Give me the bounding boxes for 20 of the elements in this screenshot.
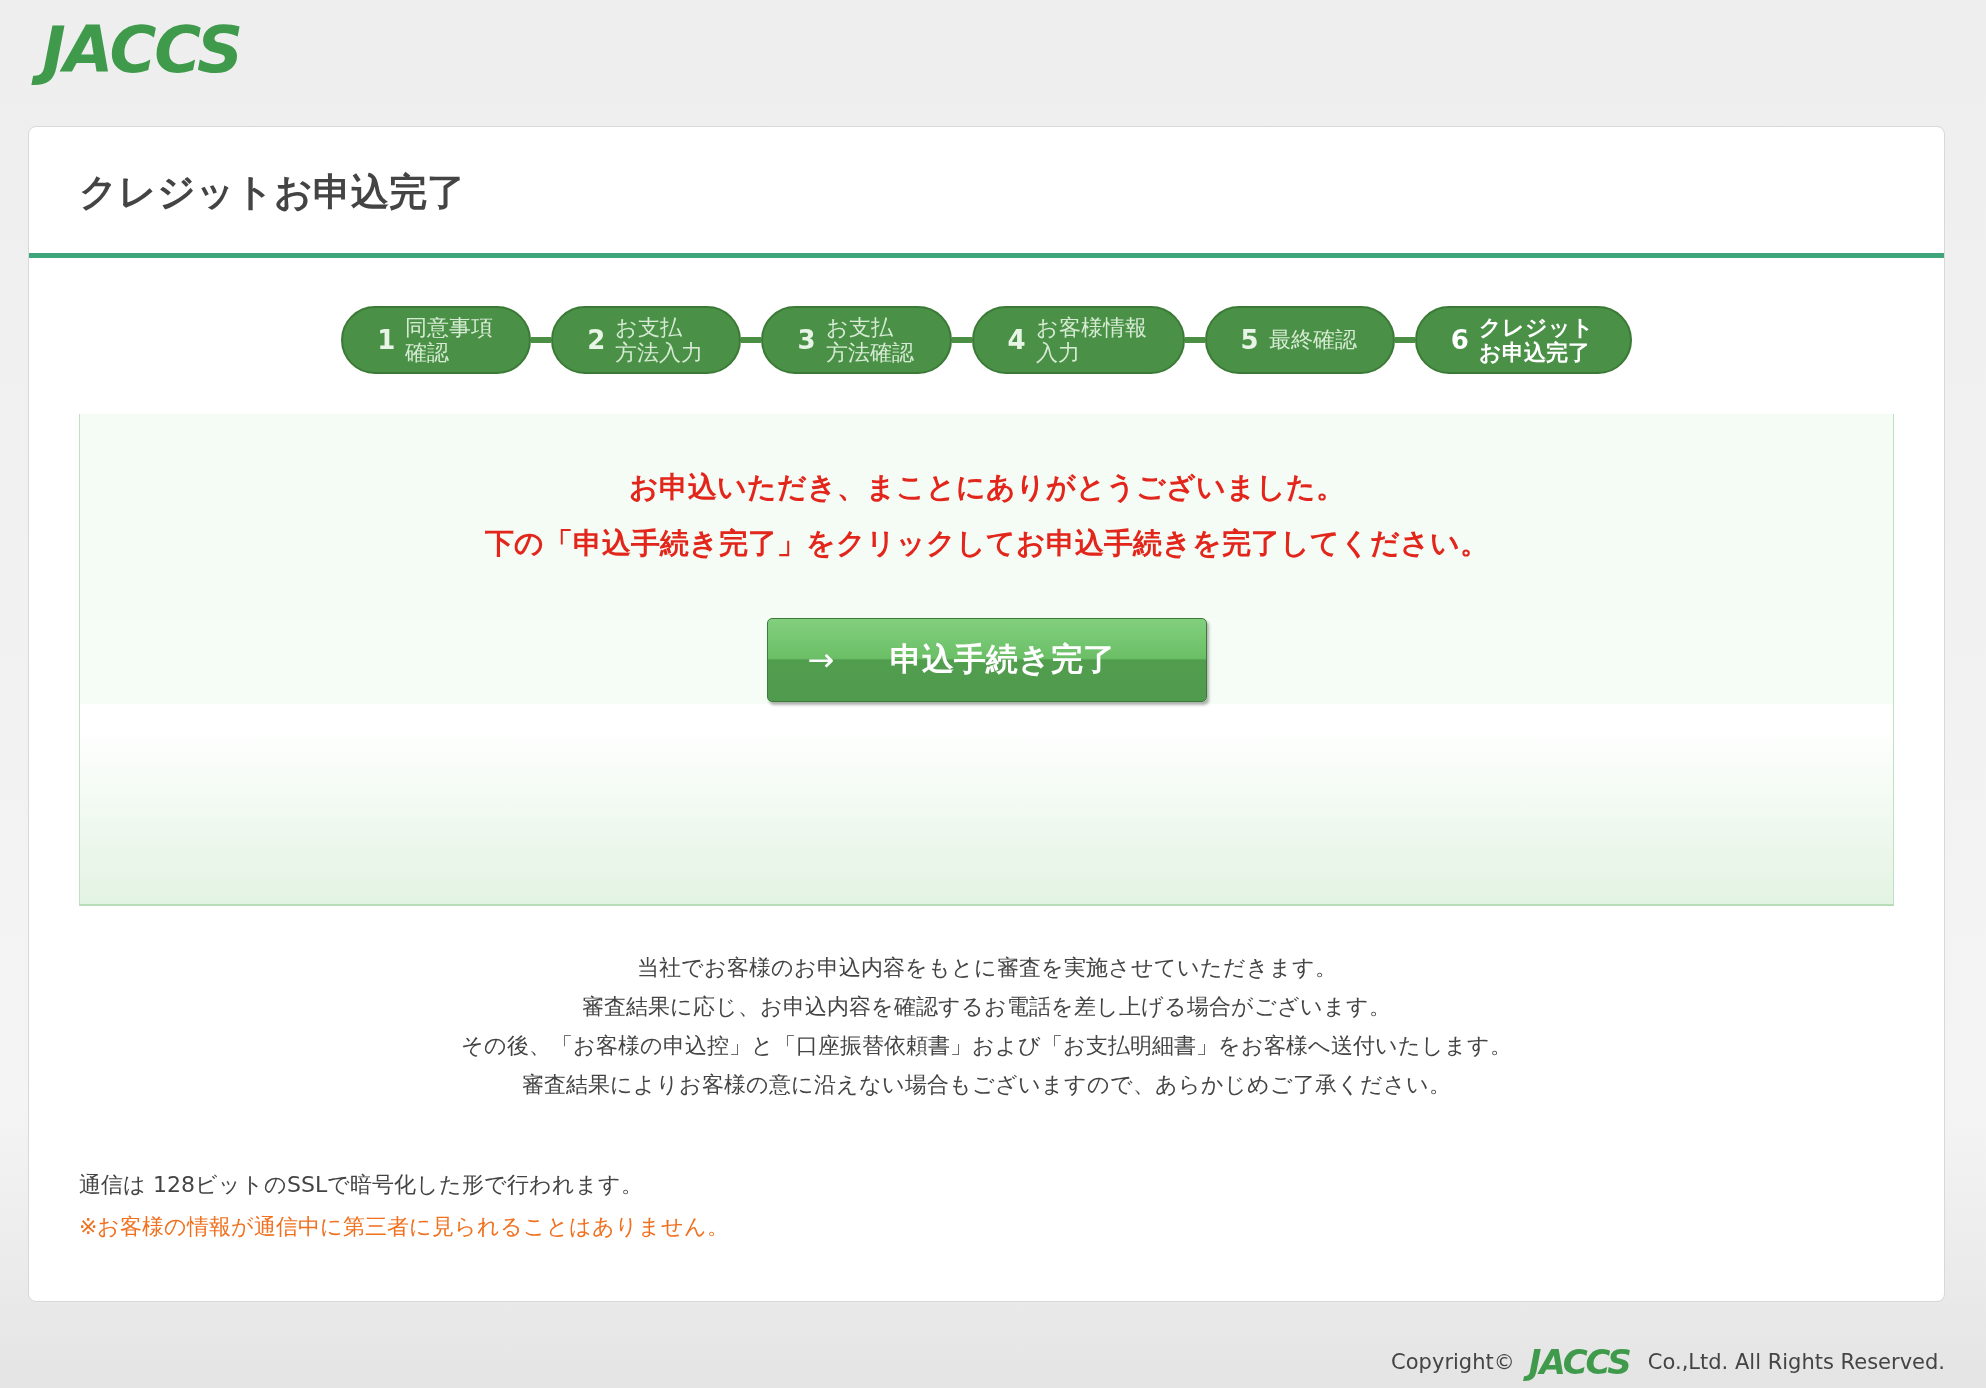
info-text: 審査結果によりお客様の意に沿えない場合もございますので、あらかじめご了承ください。 xyxy=(521,1071,1452,1099)
complete-application-button[interactable]: → 申込手続き完了 xyxy=(766,618,1207,702)
progress-step: 5 最終確認 xyxy=(1204,306,1395,374)
step-connector xyxy=(951,337,972,343)
step-connector xyxy=(1394,337,1415,343)
jaccs-logo: JACCS xyxy=(28,13,258,93)
company-text: Co.,Ltd. All Rights Reserved. xyxy=(1647,1350,1945,1374)
security-warning: ※お客様の情報が通信中に第三者に見られることはありません。 xyxy=(79,1213,731,1241)
info-text: 審査結果に応じ、お申込内容を確認するお電話を差し上げる場合がございます。 xyxy=(581,993,1392,1021)
security-note: 通信は 128ビットのSSLで暗号化した形で行われます。 xyxy=(79,1171,645,1199)
page-title: クレジットお申込完了 xyxy=(29,127,1944,258)
thank-you-message: 下の「申込手続き完了」をクリックしてお申込手続きを完了してください。 xyxy=(484,525,1489,562)
step-connector xyxy=(1184,337,1205,343)
step-connector xyxy=(531,337,552,343)
info-text: その後、「お客様の申込控」と「口座振替依頼書」および「お支払明細書」をお客様へ送付いたします。 xyxy=(460,1032,1513,1060)
thank-you-message: お申込いただき、まことにありがとうございました。 xyxy=(628,469,1345,506)
info-text: 当社でお客様のお申込内容をもとに審査を実施させていただきます。 xyxy=(635,954,1338,982)
jaccs-logo: JACCS xyxy=(1524,1338,1638,1386)
step-connector xyxy=(741,337,762,343)
copyright-text: Copyright© xyxy=(1391,1350,1515,1374)
